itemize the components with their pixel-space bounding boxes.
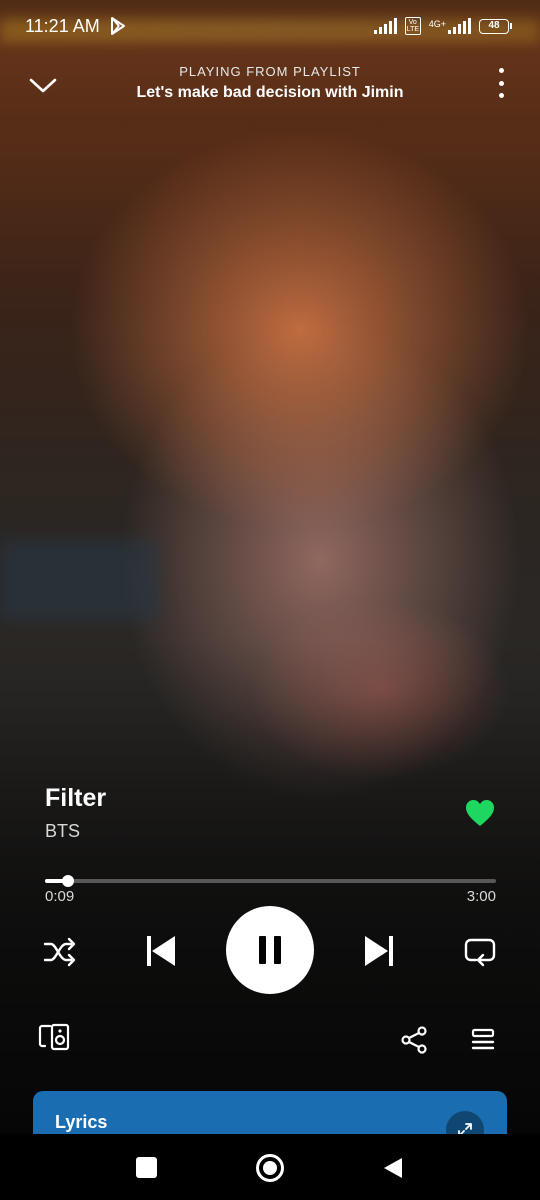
- connect-devices-icon[interactable]: [38, 1022, 72, 1052]
- battery-icon: 48: [479, 18, 512, 34]
- pause-icon: [259, 936, 281, 964]
- chevron-down-icon[interactable]: [26, 72, 60, 98]
- progress-bar[interactable]: [45, 874, 496, 888]
- progress-track: [45, 879, 496, 883]
- playlist-name[interactable]: Let's make bad decision with Jimin: [90, 84, 450, 102]
- network-signal: 4G+: [429, 18, 471, 34]
- network-type: 4G+: [428, 19, 446, 29]
- back-button[interactable]: [382, 1156, 404, 1180]
- shuffle-icon: [43, 937, 76, 967]
- more-options-icon[interactable]: [496, 68, 506, 98]
- share-icon[interactable]: [400, 1026, 428, 1054]
- recents-button[interactable]: [136, 1157, 157, 1178]
- playback-controls: [0, 906, 540, 996]
- lyrics-label: Lyrics: [55, 1112, 108, 1132]
- repeat-button[interactable]: [460, 932, 500, 972]
- status-time: 11:21 AM: [25, 16, 100, 36]
- home-button[interactable]: [256, 1154, 284, 1182]
- status-bar: 11:21 AM Vo LTE 4G+ 48: [0, 0, 540, 52]
- next-button[interactable]: [358, 930, 400, 972]
- track-info: Filter BTS: [45, 784, 445, 842]
- previous-button[interactable]: [140, 930, 182, 972]
- system-navigation-bar: [0, 1134, 540, 1200]
- battery-level: 48: [479, 18, 509, 34]
- total-time: 3:00: [466, 888, 496, 905]
- volte-badge: Vo LTE: [404, 17, 421, 35]
- player-header: PLAYING FROM PLAYLIST Let's make bad dec…: [0, 58, 540, 114]
- signal-strength-icon-2: [448, 18, 471, 34]
- repeat-icon: [464, 938, 496, 967]
- heart-icon[interactable]: [464, 798, 496, 828]
- progress-thumb[interactable]: [61, 875, 74, 887]
- queue-icon[interactable]: [470, 1027, 496, 1053]
- skip-previous-icon: [147, 936, 175, 966]
- playing-from: PLAYING FROM PLAYLIST Let's make bad dec…: [90, 64, 450, 102]
- play-store-icon: [111, 17, 125, 35]
- signal-strength-icon: [373, 18, 397, 34]
- status-indicators: Vo LTE 4G+ 48: [373, 15, 512, 37]
- playing-from-label: PLAYING FROM PLAYLIST: [179, 64, 361, 79]
- skip-next-icon: [365, 936, 393, 966]
- elapsed-time: 0:09: [45, 888, 75, 905]
- pause-button[interactable]: [226, 906, 314, 994]
- shuffle-button[interactable]: [40, 932, 80, 972]
- track-artist[interactable]: BTS: [45, 821, 445, 842]
- track-title[interactable]: Filter: [45, 784, 445, 813]
